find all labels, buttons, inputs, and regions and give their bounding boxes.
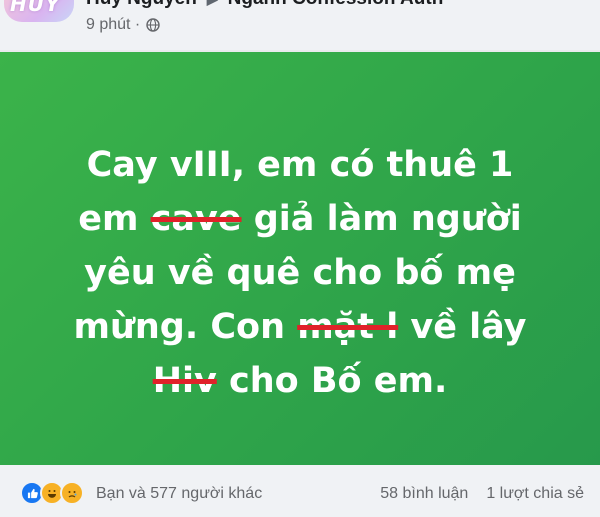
avatar[interactable]: HUY	[4, 0, 74, 22]
post-line: Hiv cho Bố em.	[0, 354, 600, 408]
shares-count[interactable]: 1 lượt chia sẻ	[486, 485, 584, 503]
post-text: Cay vIII, em có thuê 1 em cave giả làm n…	[0, 138, 600, 408]
post-line: yêu về quê cho bố mẹ	[84, 253, 516, 293]
comments-count[interactable]: 58 bình luận	[380, 485, 468, 503]
reactions-summary[interactable]: Bạn và 577 người khác	[96, 485, 262, 503]
strikethrough-word: mặt l	[297, 307, 399, 347]
author-name[interactable]: Huy Nguyễn	[86, 0, 197, 10]
triangle-right-icon: ▶	[207, 0, 218, 8]
globe-icon	[146, 18, 160, 32]
post-stats: 58 bình luận 1 lượt chia sẻ	[380, 485, 584, 503]
post-footer: Bạn và 577 người khác 58 bình luận 1 lượ…	[0, 465, 600, 517]
avatar-text: HUY	[10, 0, 61, 16]
reaction-icons[interactable]	[20, 481, 84, 505]
strikethrough-word: cave	[150, 199, 242, 239]
post-background: Cay vIII, em có thuê 1 em cave giả làm n…	[0, 52, 600, 465]
post-word: về lây	[410, 307, 527, 347]
post-word: cho Bố em.	[228, 361, 448, 401]
post-line: em cave giả làm người	[0, 192, 600, 246]
post-line: Cay vIII, em có thuê 1	[86, 145, 514, 185]
post-word: mừng. Con	[73, 307, 286, 347]
group-name[interactable]: Ngành Confession Auth	[228, 0, 444, 10]
post-title-row: Huy Nguyễn ▶ Ngành Confession Auth	[86, 0, 443, 10]
strikethrough-word: Hiv	[152, 361, 217, 401]
post-word: giả làm người	[253, 199, 522, 239]
sad-icon	[60, 481, 84, 505]
post-header: HUY Huy Nguyễn ▶ Ngành Confession Auth 9…	[0, 0, 600, 50]
post-word: em	[78, 199, 139, 239]
post-meta: 9 phút ·	[86, 14, 160, 36]
post-time[interactable]: 9 phút ·	[86, 16, 140, 34]
post-line: mừng. Con mặt l về lây	[0, 300, 600, 354]
